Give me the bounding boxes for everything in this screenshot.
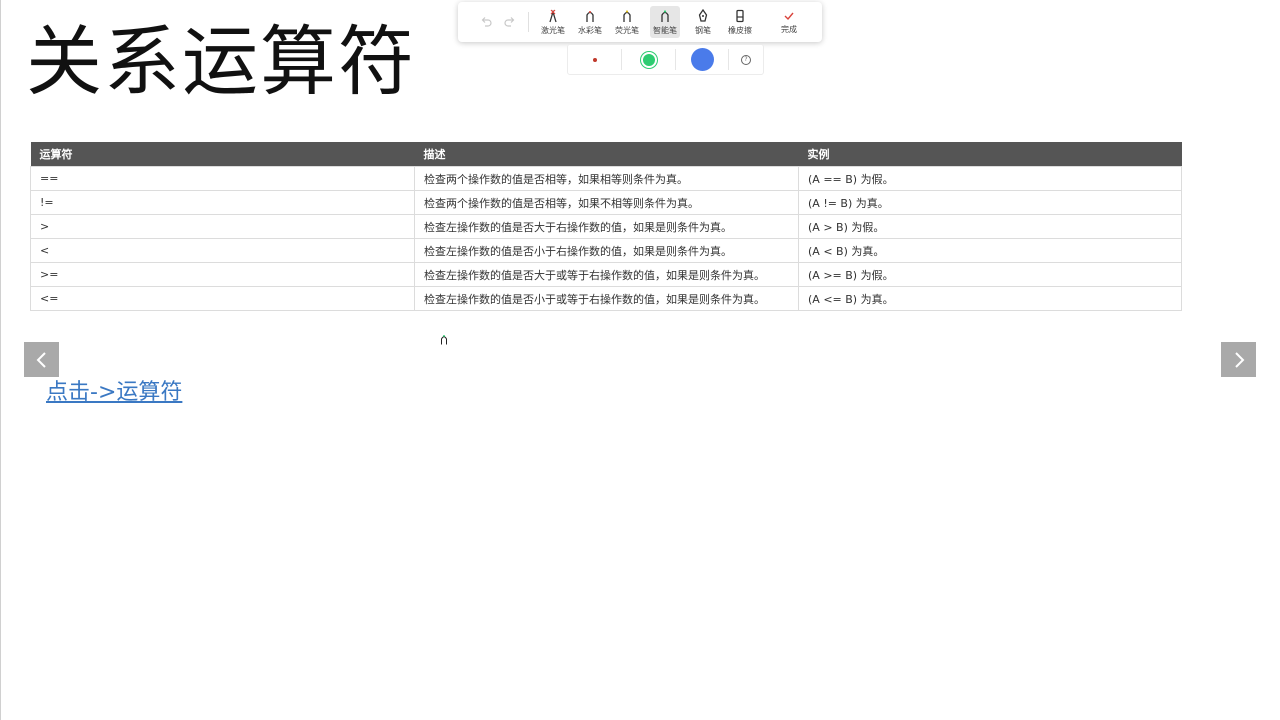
tool-highlighter[interactable]: 荧光笔: [610, 2, 644, 42]
tool-label: 钢笔: [695, 25, 711, 35]
color-option-small-red[interactable]: [568, 45, 621, 74]
operator-cell: ==: [30, 166, 415, 191]
redo-button[interactable]: [502, 2, 518, 42]
description-cell: 检查左操作数的值是否大于或等于右操作数的值，如果是则条件为真。: [414, 262, 799, 287]
example-cell: (A != B) 为真。: [798, 190, 1182, 215]
description-cell: 检查左操作数的值是否大于右操作数的值，如果是则条件为真。: [414, 214, 799, 239]
color-option-green[interactable]: [622, 45, 675, 74]
description-cell: 检查左操作数的值是否小于或等于右操作数的值，如果是则条件为真。: [414, 286, 799, 311]
tool-watercolor-pen[interactable]: 水彩笔: [573, 2, 607, 42]
tool-smart-pen[interactable]: 智能笔: [650, 6, 680, 38]
example-cell: (A > B) 为假。: [798, 214, 1182, 239]
tool-label: 激光笔: [541, 25, 565, 35]
chevron-left-icon: [36, 351, 46, 368]
operator-cell: >: [30, 214, 415, 239]
operator-cell: >=: [30, 262, 415, 287]
eraser-icon: [736, 9, 744, 22]
undo-icon: [481, 17, 492, 27]
color-size-picker: ?: [567, 44, 764, 75]
column-header-description: 描述: [414, 142, 799, 167]
tool-label: 水彩笔: [578, 25, 602, 35]
page-border: [0, 0, 1, 720]
tool-label: 智能笔: [653, 25, 677, 35]
checkmark-icon: [784, 12, 794, 20]
example-cell: (A < B) 为真。: [798, 238, 1182, 263]
next-slide-button[interactable]: [1221, 342, 1256, 377]
example-cell: (A >= B) 为假。: [798, 262, 1182, 287]
tool-eraser[interactable]: 橡皮擦: [722, 2, 758, 42]
table-row: != 检查两个操作数的值是否相等，如果不相等则条件为真。 (A != B) 为真…: [30, 190, 1182, 215]
pen-toolbar: 激光笔 水彩笔 荧光笔 智能笔 钢笔 橡皮擦 完成: [458, 2, 822, 42]
tool-label: 荧光笔: [615, 25, 639, 35]
laser-pen-icon: [549, 9, 557, 22]
pen-cursor-icon: [441, 335, 447, 345]
table-row: == 检查两个操作数的值是否相等，如果相等则条件为真。 (A == B) 为假。: [30, 166, 1182, 191]
description-cell: 检查两个操作数的值是否相等，如果相等则条件为真。: [414, 166, 799, 191]
table-row: < 检查左操作数的值是否小于右操作数的值，如果是则条件为真。 (A < B) 为…: [30, 238, 1182, 263]
table-header-row: 运算符 描述 实例: [30, 142, 1182, 167]
operator-cell: <: [30, 238, 415, 263]
operator-cell: <=: [30, 286, 415, 311]
redo-icon: [504, 17, 515, 27]
toolbar-divider: [528, 12, 529, 32]
smart-pen-icon: [661, 10, 669, 22]
tool-laser-pen[interactable]: 激光笔: [536, 2, 570, 42]
column-header-operator: 运算符: [30, 142, 415, 167]
small-dot-icon: [592, 57, 597, 62]
chevron-right-icon: [1234, 351, 1244, 368]
table-row: >= 检查左操作数的值是否大于或等于右操作数的值，如果是则条件为真。 (A >=…: [30, 262, 1182, 287]
done-button[interactable]: 完成: [770, 2, 808, 42]
fountain-pen-icon: [698, 8, 708, 22]
description-cell: 检查两个操作数的值是否相等，如果不相等则条件为真。: [414, 190, 799, 215]
page-title: 关系运算符: [26, 17, 416, 106]
previous-slide-button[interactable]: [24, 342, 59, 377]
column-header-example: 实例: [798, 142, 1182, 167]
example-cell: (A == B) 为假。: [798, 166, 1182, 191]
blue-dot-icon: [690, 48, 714, 71]
operators-link[interactable]: 点击->运算符: [46, 374, 182, 406]
undo-button[interactable]: [478, 2, 494, 42]
size-option-large-blue[interactable]: [676, 45, 728, 74]
table-row: <= 检查左操作数的值是否小于或等于右操作数的值，如果是则条件为真。 (A <=…: [30, 286, 1182, 311]
table-row: > 检查左操作数的值是否大于右操作数的值，如果是则条件为真。 (A > B) 为…: [30, 214, 1182, 239]
green-dot-icon: [642, 53, 655, 66]
watercolor-pen-icon: [586, 10, 594, 22]
description-cell: 检查左操作数的值是否小于右操作数的值，如果是则条件为真。: [414, 238, 799, 263]
operators-table: 运算符 描述 实例 == 检查两个操作数的值是否相等，如果相等则条件为真。 (A…: [30, 142, 1182, 311]
tool-fountain-pen[interactable]: 钢笔: [686, 2, 720, 42]
highlighter-icon: [623, 10, 631, 22]
done-label: 完成: [781, 24, 797, 34]
example-cell: (A <= B) 为真。: [798, 286, 1182, 311]
tool-label: 橡皮擦: [728, 25, 752, 35]
help-button[interactable]: ?: [729, 45, 763, 74]
operator-cell: !=: [30, 190, 415, 215]
help-icon: ?: [741, 54, 751, 65]
